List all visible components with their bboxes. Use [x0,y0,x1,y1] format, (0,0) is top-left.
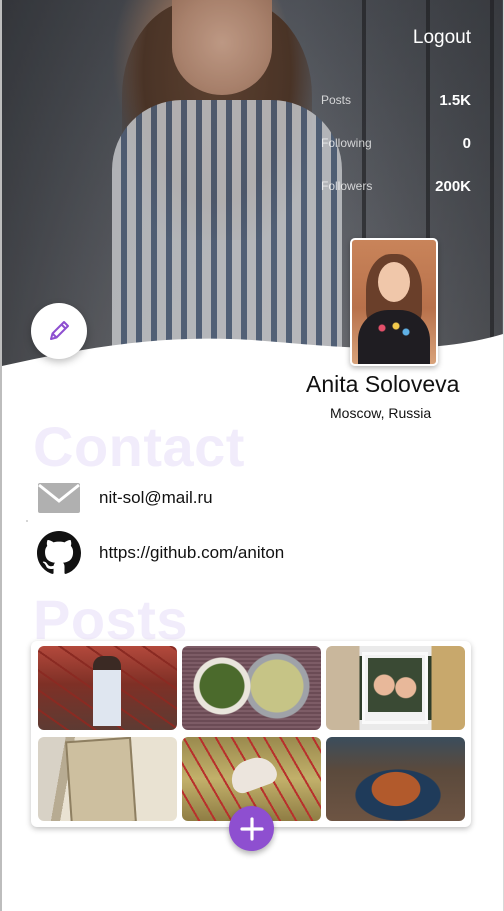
post-thumbnail[interactable] [182,646,321,730]
add-post-button[interactable] [229,806,274,851]
avatar-embroidery [374,320,414,340]
plus-icon [239,816,264,841]
stat-posts-value: 1.5K [439,91,471,109]
post-thumbnail[interactable] [38,646,177,730]
pencil-icon [50,321,69,340]
contact-email-row[interactable]: nit-sol@mail.ru [37,480,213,516]
post-thumbnail[interactable] [326,646,465,730]
stat-posts-label: Posts [321,93,352,107]
divider-dot [26,520,28,522]
post-thumbnail[interactable] [38,737,177,821]
stat-posts: Posts 1.5K [321,90,471,110]
post-thumbnail[interactable] [326,737,465,821]
contact-heading: Contact [33,415,245,478]
stat-following-label: Following [321,136,372,150]
mail-icon [38,483,80,513]
github-icon [37,531,81,574]
profile-name: Anita Soloveva [306,371,460,397]
stat-followers-value: 200K [435,177,471,195]
posts-grid [31,641,471,827]
stat-following-value: 0 [462,134,471,152]
logout-button[interactable]: Logout [413,27,471,49]
contact-email[interactable]: nit-sol@mail.ru [99,488,213,508]
stat-followers: Followers 200K [321,176,471,196]
avatar-face [378,262,410,302]
edit-profile-button[interactable] [31,303,87,359]
contact-github-row[interactable]: https://github.com/aniton [37,531,284,575]
stat-followers-label: Followers [321,179,373,193]
avatar[interactable] [350,238,438,366]
stat-following: Following 0 [321,133,471,153]
profile-location: Moscow, Russia [330,405,432,421]
contact-github[interactable]: https://github.com/aniton [99,543,284,563]
